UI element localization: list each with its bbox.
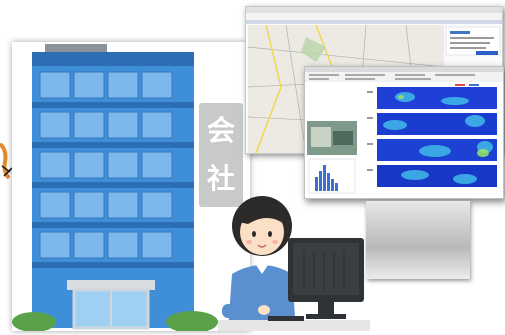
heatmap-software-thumbnail: [305, 67, 503, 194]
heatmap-screenshot: [304, 66, 504, 199]
sign-char-1: 会: [206, 114, 235, 147]
gray-panel: [366, 201, 470, 279]
keyboard-icon: [268, 316, 304, 321]
office-worker-icon: [218, 196, 370, 331]
office-worker-illustration: [218, 192, 370, 331]
